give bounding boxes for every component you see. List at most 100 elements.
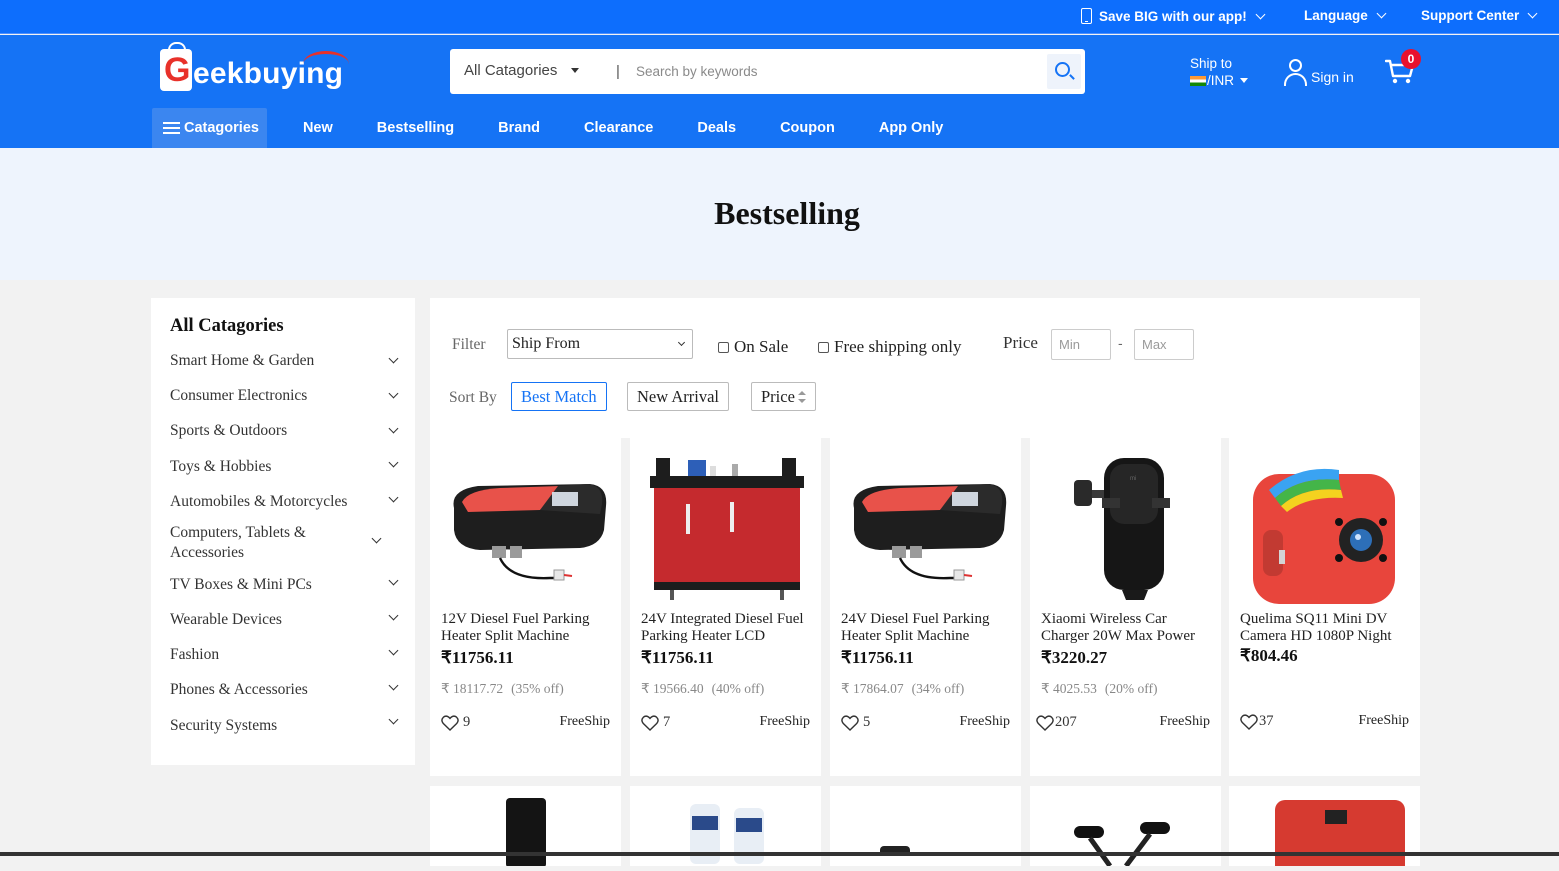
ship-to-selector[interactable]: Ship to /INR [1190, 55, 1248, 89]
product-image[interactable]: mi [1040, 450, 1211, 610]
sidebar-item-computers[interactable]: Computers, Tablets & Accessories [170, 523, 330, 563]
svg-text:mi: mi [1130, 476, 1136, 482]
product-name[interactable]: Xiaomi Wireless Car Charger 20W Max Powe… [1041, 611, 1216, 645]
sidebar-item-fashion[interactable]: Fashion [170, 645, 400, 665]
chevron-down-icon[interactable] [388, 645, 399, 656]
nav-brand[interactable]: Brand [476, 108, 562, 148]
wishlist-button[interactable]: 207 [1036, 714, 1077, 731]
nav-categories[interactable]: Catagories [152, 108, 267, 148]
sidebar-item-tv-boxes[interactable]: TV Boxes & Mini PCs [170, 575, 400, 595]
sort-best-match-button[interactable]: Best Match [511, 382, 607, 411]
support-center-menu[interactable]: Support Center [1421, 8, 1538, 23]
sidebar-item-automobiles[interactable]: Automobiles & Motorcycles [170, 492, 400, 512]
ship-from-select[interactable]: Ship From [507, 329, 693, 359]
chevron-down-icon[interactable] [371, 533, 382, 544]
sidebar-item-security[interactable]: Security Systems [170, 714, 400, 736]
sidebar-item-toys[interactable]: Toys & Hobbies [170, 457, 400, 477]
wishlist-button[interactable]: 5 [841, 714, 870, 731]
wishlist-button[interactable]: 9 [441, 714, 470, 731]
category-sidebar: All Catagories Smart Home & Garden Consu… [151, 298, 415, 765]
phone-icon [1081, 8, 1092, 24]
old-price-value: ₹ 17864.07 [841, 681, 904, 696]
price-min-input[interactable] [1051, 329, 1111, 360]
wishlist-button[interactable]: 37 [1240, 713, 1274, 730]
search-input[interactable] [636, 55, 1046, 88]
nav-bestselling[interactable]: Bestselling [355, 108, 476, 148]
product-name[interactable]: Quelima SQ11 Mini DV Camera HD 1080P Nig… [1240, 611, 1415, 645]
product-image[interactable] [1239, 450, 1410, 610]
chevron-down-icon[interactable] [388, 575, 399, 586]
checkbox-box[interactable] [818, 341, 829, 353]
product-old-price: ₹ 19566.40 (40% off) [641, 681, 764, 697]
nav-coupon[interactable]: Coupon [758, 108, 857, 148]
chevron-down-icon[interactable] [388, 714, 399, 725]
sign-in-link[interactable]: Sign in [1283, 55, 1354, 87]
free-ship-badge: FreeShip [559, 714, 610, 729]
free-ship-badge: FreeShip [959, 714, 1010, 729]
india-flag-icon [1190, 76, 1206, 86]
product-card[interactable]: 24V Integrated Diesel Fuel Parking Heate… [630, 438, 821, 776]
page-title: Bestselling [714, 195, 860, 231]
product-image[interactable] [840, 450, 1011, 610]
product-price: ₹804.46 [1240, 646, 1298, 665]
nav-deals[interactable]: Deals [675, 108, 758, 148]
old-price-value: ₹ 19566.40 [641, 681, 704, 696]
sort-price-button[interactable]: Price [751, 382, 816, 411]
nav-new[interactable]: New [281, 108, 355, 148]
product-image[interactable] [440, 450, 611, 610]
product-name[interactable]: 24V Integrated Diesel Fuel Parking Heate… [641, 611, 816, 645]
on-sale-checkbox[interactable]: On Sale [718, 337, 788, 357]
discount-value: (40% off) [711, 681, 765, 696]
old-price-value: ₹ 4025.53 [1041, 681, 1097, 696]
support-label: Support Center [1421, 8, 1520, 23]
app-promo-link[interactable]: Save BIG with our app! [1081, 8, 1266, 24]
product-card[interactable]: Quelima SQ11 Mini DV Camera HD 1080P Nig… [1229, 438, 1420, 776]
horizontal-scrollbar[interactable] [0, 852, 1559, 856]
product-grid: 12V Diesel Fuel Parking Heater Split Mac… [430, 438, 1420, 871]
top-bar: Save BIG with our app! Language Support … [0, 0, 1559, 34]
price-max-input[interactable] [1134, 329, 1194, 360]
old-price-value: ₹ 18117.72 [441, 681, 504, 696]
language-menu[interactable]: Language [1304, 8, 1387, 23]
sidebar-item-label: Fashion [170, 646, 220, 663]
product-name[interactable]: 24V Diesel Fuel Parking Heater Split Mac… [841, 611, 1016, 645]
site-logo[interactable]: G eekbuying [160, 42, 365, 98]
currency-label: /INR [1207, 73, 1234, 88]
language-label: Language [1304, 8, 1368, 23]
free-shipping-checkbox[interactable]: Free shipping only [818, 337, 962, 357]
search-button[interactable] [1047, 54, 1081, 89]
product-image[interactable] [640, 450, 811, 610]
sidebar-item-sports[interactable]: Sports & Outdoors [170, 421, 400, 441]
product-card[interactable]: 24V Diesel Fuel Parking Heater Split Mac… [830, 438, 1021, 776]
wishlist-button[interactable]: 7 [641, 714, 670, 731]
main-nav: Catagories New Bestselling Brand Clearan… [152, 108, 965, 148]
like-count: 5 [863, 714, 871, 730]
sidebar-item-label: Consumer Electronics [170, 387, 308, 404]
product-card[interactable]: mi Xiaomi Wireless Car Charger 20W Max P… [1030, 438, 1221, 776]
chevron-down-icon[interactable] [388, 353, 399, 364]
chevron-down-icon[interactable] [388, 680, 399, 691]
search-category-select[interactable]: All Catagories [464, 62, 580, 79]
product-listing: Filter Ship From On Sale Free shipping o… [430, 298, 1420, 871]
chevron-down-icon[interactable] [388, 610, 399, 621]
nav-clearance[interactable]: Clearance [562, 108, 675, 148]
sidebar-item-label: Automobiles & Motorcycles [170, 493, 348, 510]
sidebar-item-phones[interactable]: Phones & Accessories [170, 680, 400, 700]
nav-app-only[interactable]: App Only [857, 108, 965, 148]
product-card[interactable]: 12V Diesel Fuel Parking Heater Split Mac… [430, 438, 621, 776]
sidebar-item-label: Phones & Accessories [170, 681, 308, 698]
checkbox-box[interactable] [718, 341, 729, 353]
cart-count-badge: 0 [1401, 49, 1421, 69]
cart-button[interactable]: 0 [1383, 49, 1423, 89]
chevron-down-icon[interactable] [388, 492, 399, 503]
user-icon [1283, 59, 1307, 87]
sidebar-item-smart-home[interactable]: Smart Home & Garden [170, 351, 400, 371]
chevron-down-icon[interactable] [388, 423, 399, 434]
chevron-down-icon[interactable] [388, 388, 399, 399]
chevron-down-icon[interactable] [388, 457, 399, 468]
sidebar-item-wearables[interactable]: Wearable Devices [170, 610, 400, 630]
product-name[interactable]: 12V Diesel Fuel Parking Heater Split Mac… [441, 611, 616, 645]
sidebar-item-consumer-electronics[interactable]: Consumer Electronics [170, 386, 400, 406]
free-ship-badge: FreeShip [1159, 714, 1210, 729]
sort-new-arrival-button[interactable]: New Arrival [627, 382, 730, 411]
